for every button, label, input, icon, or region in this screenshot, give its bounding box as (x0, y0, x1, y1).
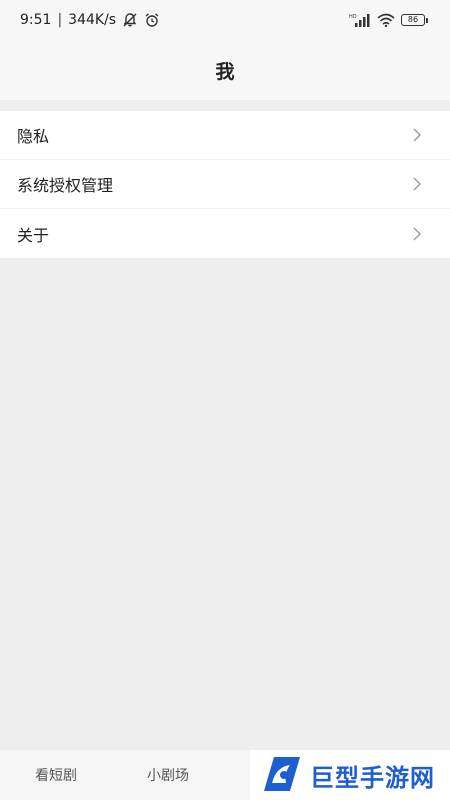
status-separator: | (57, 12, 63, 28)
bell-off-icon (122, 12, 138, 28)
hd-signal-icon: HD (349, 13, 371, 27)
menu-item-label: 隐私 (17, 127, 50, 146)
svg-text:HD: HD (349, 14, 357, 20)
status-left: 9:51 | 344K/s (20, 12, 160, 28)
chevron-right-icon (412, 176, 422, 192)
watermark: 巨型手游网 (250, 750, 450, 800)
menu-item-system-permissions[interactable]: 系统授权管理 (0, 160, 450, 209)
status-time: 9:51 (20, 12, 52, 28)
tab-small-theater[interactable]: 小剧场 (112, 765, 224, 785)
menu-item-privacy[interactable]: 隐私 (0, 111, 450, 160)
wifi-icon (377, 13, 395, 27)
chevron-right-icon (412, 226, 422, 242)
tab-watch-short-drama[interactable]: 看短剧 (0, 765, 112, 785)
page-title: 我 (215, 60, 235, 83)
menu-item-label: 关于 (17, 225, 50, 245)
page-header: 我 (0, 40, 450, 100)
menu-item-about[interactable]: 关于 (0, 209, 450, 258)
alarm-icon (144, 12, 160, 28)
chevron-right-icon (412, 127, 422, 143)
network-speed: 344K/s (68, 12, 117, 28)
battery-icon: 86 (401, 14, 428, 26)
battery-level: 86 (401, 14, 425, 26)
status-right: HD 86 (349, 13, 428, 27)
status-bar: 9:51 | 344K/s HD 86 (0, 0, 450, 40)
watermark-text: 巨型手游网 (310, 763, 435, 792)
watermark-logo-icon (260, 753, 304, 797)
settings-menu: 隐私 系统授权管理 关于 (0, 111, 450, 258)
menu-item-label: 系统授权管理 (17, 176, 114, 195)
